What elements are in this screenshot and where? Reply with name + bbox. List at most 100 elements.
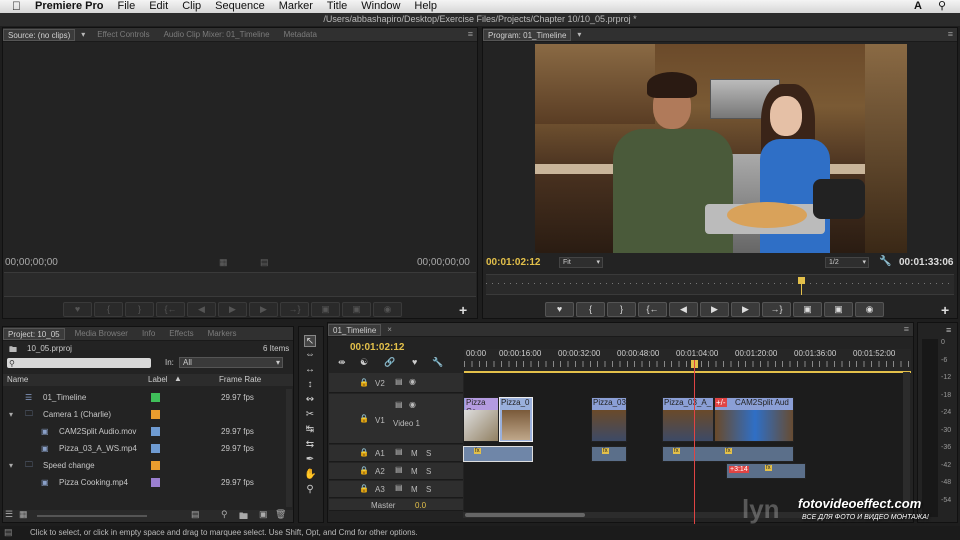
step-back-button[interactable]: ◀ bbox=[187, 302, 216, 317]
toggle-output-icon[interactable]: ▤ bbox=[395, 447, 403, 456]
close-icon[interactable]: × bbox=[387, 325, 392, 334]
go-to-in-button[interactable]: {← bbox=[638, 302, 667, 317]
go-to-in-button[interactable]: {← bbox=[156, 302, 185, 317]
step-forward-button[interactable]: ▶ bbox=[731, 302, 760, 317]
tab-program[interactable]: Program: 01_Timeline bbox=[483, 28, 572, 41]
spotlight-icon[interactable]: ⚲ bbox=[938, 0, 946, 13]
lock-icon[interactable]: 🔒 bbox=[359, 484, 369, 493]
label-swatch[interactable] bbox=[151, 478, 160, 487]
project-scrollbar[interactable] bbox=[286, 389, 292, 507]
source-scrub-bar[interactable] bbox=[4, 272, 476, 297]
tab-project[interactable]: Project: 10_05 bbox=[3, 327, 65, 340]
video-clip[interactable]: Pizza_03 bbox=[591, 397, 627, 442]
project-item[interactable]: ☰ 01_Timeline 29.97 fps bbox=[5, 389, 293, 406]
new-item-icon[interactable]: ▣ bbox=[259, 509, 268, 520]
step-back-button[interactable]: ◀ bbox=[669, 302, 698, 317]
export-frame-button[interactable]: ◉ bbox=[373, 302, 402, 317]
label-swatch[interactable] bbox=[151, 410, 160, 419]
col-frame-rate[interactable]: Frame Rate bbox=[219, 375, 261, 384]
col-name[interactable]: Name bbox=[7, 375, 28, 384]
toggle-output-icon[interactable]: ▤ bbox=[395, 377, 403, 386]
play-button[interactable]: ▶ bbox=[700, 302, 729, 317]
label-swatch[interactable] bbox=[151, 393, 160, 402]
overwrite-button[interactable]: ▣ bbox=[342, 302, 371, 317]
add-marker-icon[interactable]: ♥ bbox=[412, 357, 417, 367]
tab-effects[interactable]: Effects bbox=[165, 328, 197, 340]
mute-button[interactable]: M bbox=[411, 449, 418, 458]
video-clip[interactable]: Pizza_03_A_ bbox=[662, 397, 714, 442]
track-name-v1[interactable]: V1 bbox=[375, 416, 385, 425]
lock-icon[interactable]: 🔒 bbox=[359, 448, 369, 457]
program-scrub-bar[interactable] bbox=[486, 274, 954, 295]
video-clip[interactable]: +/- CAM2Split Aud bbox=[714, 397, 794, 442]
resolution-dropdown[interactable]: 1/2 ▾ bbox=[825, 257, 869, 268]
time-ruler[interactable]: 00:00 00:00:16:00 00:00:32:00 00:00:48:0… bbox=[464, 349, 911, 371]
selection-tool-icon[interactable]: ↖ bbox=[304, 335, 316, 347]
rolling-edit-tool-icon[interactable]: ↕ bbox=[304, 379, 316, 391]
menu-sequence[interactable]: Sequence bbox=[215, 0, 265, 13]
extract-button[interactable]: ▣ bbox=[824, 302, 853, 317]
mute-button[interactable]: M bbox=[411, 467, 418, 476]
go-to-out-button[interactable]: →} bbox=[762, 302, 791, 317]
app-menu[interactable]: Premiere Pro bbox=[35, 0, 103, 13]
lock-icon[interactable]: 🔒 bbox=[359, 414, 369, 423]
icon-view-icon[interactable]: ▦ bbox=[19, 509, 28, 520]
track-name-v2[interactable]: V2 bbox=[375, 379, 385, 388]
mark-in-button[interactable]: { bbox=[94, 302, 123, 317]
menu-title[interactable]: Title bbox=[327, 0, 347, 13]
timeline-tc[interactable]: 00:01:02:12 bbox=[350, 342, 404, 353]
program-menu-icon[interactable]: ▾ bbox=[577, 30, 581, 39]
export-frame-button[interactable]: ◉ bbox=[855, 302, 884, 317]
source-tc-left[interactable]: 00;00;00;00 bbox=[5, 257, 58, 268]
project-item[interactable]: ▾ 🗀 Camera 1 (Charlie) bbox=[5, 406, 293, 423]
solo-button[interactable]: S bbox=[426, 449, 431, 458]
settings-wrench-icon[interactable]: 🔧 bbox=[432, 357, 443, 368]
ripple-edit-tool-icon[interactable]: ↔ bbox=[304, 364, 316, 376]
project-item[interactable]: ▣ CAM2Split Audio.mov 29.97 fps bbox=[5, 423, 293, 440]
menu-edit[interactable]: Edit bbox=[149, 0, 168, 13]
settings-icon[interactable]: ▦ bbox=[219, 257, 228, 268]
track-name-a1[interactable]: A1 bbox=[375, 449, 385, 458]
marker-button[interactable]: ♥ bbox=[63, 302, 92, 317]
menu-marker[interactable]: Marker bbox=[279, 0, 313, 13]
menu-window[interactable]: Window bbox=[361, 0, 400, 13]
source-menu-icon[interactable]: ▾ bbox=[81, 30, 85, 39]
label-swatch[interactable] bbox=[151, 427, 160, 436]
master-volume[interactable]: 0.0 bbox=[415, 501, 426, 510]
snap-icon[interactable]: ⇼ bbox=[338, 357, 346, 368]
mark-in-button[interactable]: { bbox=[576, 302, 605, 317]
playhead-marker[interactable] bbox=[798, 277, 805, 284]
project-item[interactable]: ▣ Pizza Cooking.mp4 29.97 fps bbox=[5, 474, 293, 491]
lock-icon[interactable]: 🔒 bbox=[359, 466, 369, 475]
add-button[interactable]: + bbox=[459, 302, 467, 318]
search-input[interactable]: ⚲ bbox=[7, 358, 151, 368]
link-icon[interactable]: 🔗 bbox=[384, 357, 395, 368]
solo-button[interactable]: S bbox=[426, 485, 431, 494]
video-clip[interactable]: Pizza_0 bbox=[499, 397, 533, 442]
menu-file[interactable]: File bbox=[117, 0, 135, 13]
mute-button[interactable]: M bbox=[411, 485, 418, 494]
hand-tool-icon[interactable]: ✋ bbox=[304, 469, 316, 481]
pen-tool-icon[interactable]: ✒ bbox=[304, 454, 316, 466]
lock-icon[interactable]: 🔒 bbox=[359, 378, 369, 387]
menu-clip[interactable]: Clip bbox=[182, 0, 201, 13]
audio-clip[interactable]: fx fx bbox=[662, 446, 794, 462]
timeline-v-scrollbar[interactable] bbox=[903, 372, 910, 510]
slip-tool-icon[interactable]: ↹ bbox=[304, 424, 316, 436]
disclosure-triangle-icon[interactable]: ▾ bbox=[9, 410, 13, 419]
rate-stretch-tool-icon[interactable]: ↭ bbox=[304, 394, 316, 406]
track-name-a3[interactable]: A3 bbox=[375, 485, 385, 494]
panel-menu-icon[interactable]: ≡ bbox=[468, 29, 473, 39]
fit-dropdown[interactable]: Fit ▾ bbox=[559, 257, 603, 268]
tab-source[interactable]: Source: (no clips) bbox=[3, 28, 76, 41]
tab-timeline[interactable]: 01_Timeline bbox=[328, 323, 382, 336]
audio-clip[interactable]: fx bbox=[463, 446, 533, 462]
disclosure-triangle-icon[interactable]: ▾ bbox=[9, 461, 13, 470]
insert-button[interactable]: ▣ bbox=[311, 302, 340, 317]
eye-icon[interactable]: ◉ bbox=[409, 377, 416, 386]
linked-selection-icon[interactable]: ☯ bbox=[360, 357, 368, 368]
project-item[interactable]: ▣ Pizza_03_A_WS.mp4 29.97 fps bbox=[5, 440, 293, 457]
add-marker-button[interactable]: ♥ bbox=[545, 302, 574, 317]
video-clip[interactable]: Pizza Co bbox=[463, 397, 499, 442]
mark-out-button[interactable]: } bbox=[607, 302, 636, 317]
